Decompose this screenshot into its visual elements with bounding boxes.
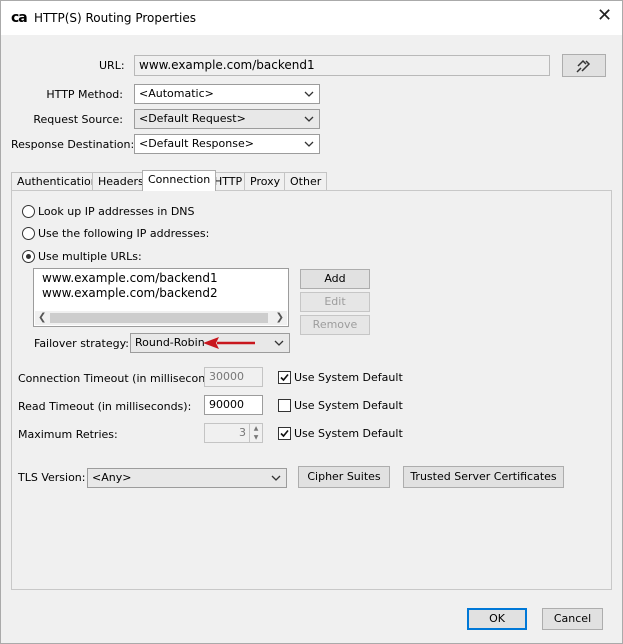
checkmark-icon: [280, 429, 289, 438]
url-options-button[interactable]: [562, 54, 606, 77]
scroll-right-icon[interactable]: ❯: [276, 311, 284, 325]
title-bar: ca HTTP(S) Routing Properties ✕: [1, 1, 622, 35]
radio-ip-addresses[interactable]: [22, 227, 35, 240]
connection-timeout-default-checkbox[interactable]: [278, 371, 291, 384]
chevron-down-icon: [274, 340, 284, 346]
chevron-down-icon: [304, 116, 314, 122]
annotation-arrow-icon: [203, 337, 255, 349]
url-field[interactable]: www.example.com/backend1: [134, 55, 550, 76]
tls-version-label: TLS Version:: [18, 471, 86, 484]
radio-dns-label: Look up IP addresses in DNS: [38, 205, 195, 218]
response-destination-value: <Default Response>: [139, 137, 254, 150]
radio-multiple-urls-label: Use multiple URLs:: [38, 250, 142, 263]
tls-version-select[interactable]: <Any>: [87, 468, 287, 488]
max-retries-default-label: Use System Default: [294, 427, 403, 440]
radio-dns[interactable]: [22, 205, 35, 218]
url-label: URL:: [99, 59, 125, 72]
tab-other[interactable]: Other: [284, 172, 328, 190]
checkmark-icon: [280, 373, 289, 382]
add-button[interactable]: Add: [300, 269, 370, 289]
max-retries-label: Maximum Retries:: [18, 428, 118, 441]
radio-ip-addresses-label: Use the following IP addresses:: [38, 227, 210, 240]
trusted-server-certificates-button[interactable]: Trusted Server Certificates: [403, 466, 564, 488]
response-destination-select[interactable]: <Default Response>: [134, 134, 320, 154]
app-logo: ca: [11, 10, 28, 26]
radio-multiple-urls[interactable]: [22, 250, 35, 263]
request-source-label: Request Source:: [33, 113, 123, 126]
tab-proxy[interactable]: Proxy: [244, 172, 287, 190]
read-timeout-default-checkbox[interactable]: [278, 399, 291, 412]
window-title: HTTP(S) Routing Properties: [34, 11, 196, 25]
edit-button[interactable]: Edit: [300, 292, 370, 312]
dialog-window: ca HTTP(S) Routing Properties ✕ URL: www…: [0, 0, 623, 644]
tls-version-value: <Any>: [92, 471, 132, 484]
scroll-left-icon[interactable]: ❮: [38, 311, 46, 325]
request-source-select[interactable]: <Default Request>: [134, 109, 320, 129]
failover-value: Round-Robin: [135, 336, 205, 349]
cancel-button[interactable]: Cancel: [542, 608, 603, 630]
http-method-label: HTTP Method:: [46, 88, 123, 101]
read-timeout-field[interactable]: 90000: [204, 395, 263, 415]
max-retries-value: 3: [239, 426, 246, 439]
list-item[interactable]: www.example.com/backend2: [42, 286, 218, 300]
connection-timeout-label: Connection Timeout (in milliseconds):: [18, 372, 226, 385]
connection-timeout-field[interactable]: 30000: [204, 367, 263, 387]
cipher-suites-button[interactable]: Cipher Suites: [298, 466, 390, 488]
list-item[interactable]: www.example.com/backend1: [42, 271, 218, 285]
connection-timeout-default-label: Use System Default: [294, 371, 403, 384]
ok-button[interactable]: OK: [467, 608, 527, 630]
stepper-buttons[interactable]: ▲ ▼: [249, 424, 262, 442]
max-retries-default-checkbox[interactable]: [278, 427, 291, 440]
http-method-select[interactable]: <Automatic>: [134, 84, 320, 104]
decrement-icon[interactable]: ▼: [250, 433, 262, 442]
tab-connection[interactable]: Connection: [142, 170, 217, 191]
increment-icon[interactable]: ▲: [250, 424, 262, 433]
max-retries-stepper[interactable]: 3 ▲ ▼: [204, 423, 263, 443]
chevron-down-icon: [304, 91, 314, 97]
read-timeout-default-label: Use System Default: [294, 399, 403, 412]
http-method-value: <Automatic>: [139, 87, 214, 100]
scrollbar-thumb[interactable]: [50, 313, 268, 323]
link-edit-icon: [576, 59, 591, 73]
response-destination-label: Response Destination:: [11, 138, 135, 151]
request-source-value: <Default Request>: [139, 112, 246, 125]
url-list[interactable]: www.example.com/backend1 www.example.com…: [33, 268, 289, 327]
read-timeout-label: Read Timeout (in milliseconds):: [18, 400, 192, 413]
close-icon[interactable]: ✕: [597, 7, 612, 25]
failover-label: Failover strategy:: [34, 337, 129, 350]
remove-button[interactable]: Remove: [300, 315, 370, 335]
chevron-down-icon: [271, 475, 281, 481]
tab-authentication[interactable]: Authentication: [11, 172, 104, 190]
horizontal-scrollbar[interactable]: ❮ ❯: [35, 311, 287, 325]
chevron-down-icon: [304, 141, 314, 147]
